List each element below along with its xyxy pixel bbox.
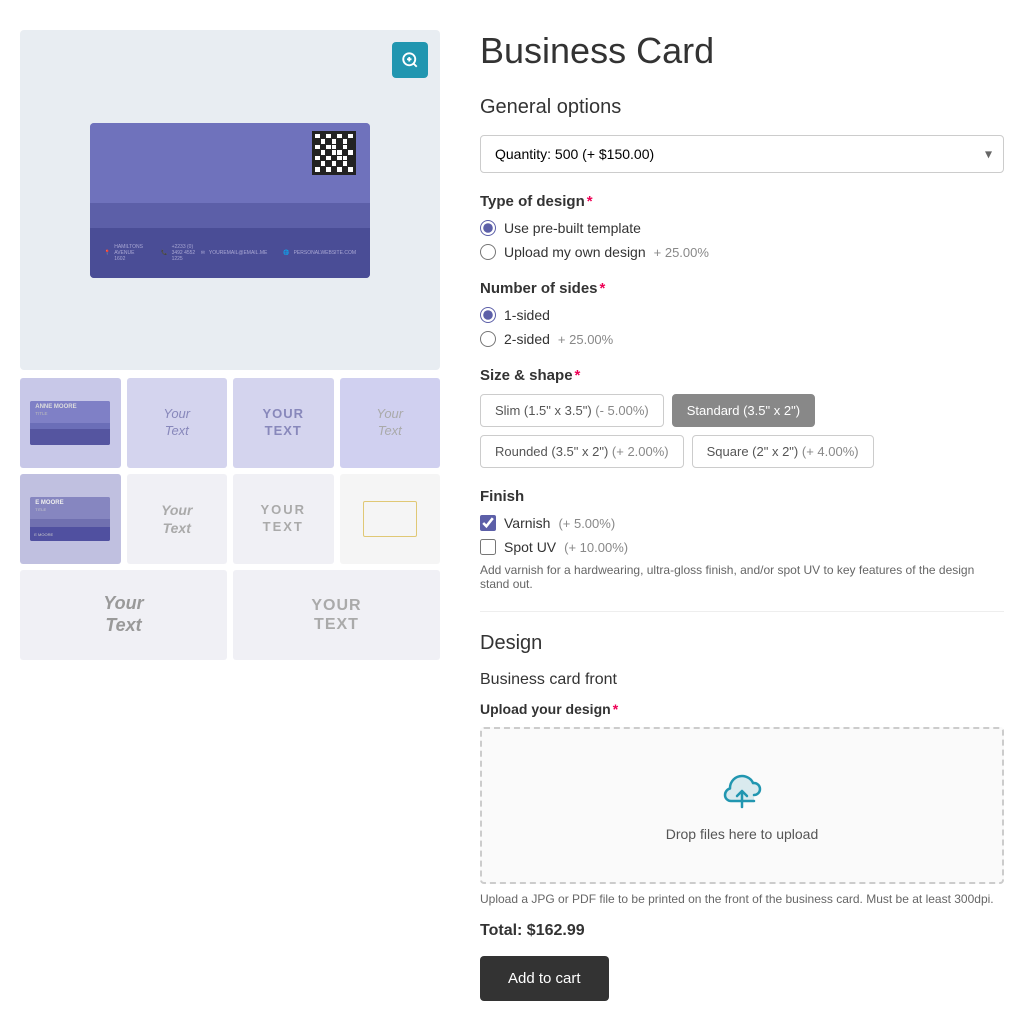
finish-group: Finish Varnish (+ 5.00%) Spot UV (+ 10.0… bbox=[480, 488, 1004, 591]
design-own-price: + 25.00% bbox=[654, 245, 709, 260]
thumbnails-row1: ANNE MOORE TITLE YourText YOURTEXT YourT… bbox=[20, 378, 440, 468]
thumbnails-row3: YourText YOURTEXT bbox=[20, 570, 440, 660]
main-preview: 📍 HAMILTONS AVENUE 1602 📞 +2233 (0) 3492… bbox=[20, 30, 440, 370]
zoom-button[interactable] bbox=[392, 42, 428, 78]
spotUV-checkbox[interactable] bbox=[480, 539, 496, 555]
number-of-sides-group: Number of sides* 1-sided 2-sided + 25.00… bbox=[480, 280, 1004, 347]
varnish-checkbox[interactable] bbox=[480, 515, 496, 531]
total-price: Total: $162.99 bbox=[480, 922, 1004, 940]
upload-cloud-icon bbox=[502, 769, 982, 818]
varnish-price: (+ 5.00%) bbox=[558, 516, 615, 531]
design-section-title: Design bbox=[480, 632, 1004, 655]
general-options-title: General options bbox=[480, 96, 1004, 119]
required-indicator-size: * bbox=[575, 367, 581, 384]
finish-spotUV[interactable]: Spot UV (+ 10.00%) bbox=[480, 539, 1004, 555]
thumb-1[interactable]: ANNE MOORE TITLE bbox=[20, 378, 121, 468]
business-card-front-title: Business card front bbox=[480, 671, 1004, 689]
design-option-prebuilt[interactable]: Use pre-built template bbox=[480, 220, 1004, 236]
product-title: Business Card bbox=[480, 30, 1004, 72]
size-shape-group: Size & shape* Slim (1.5" x 3.5") (- 5.00… bbox=[480, 367, 1004, 468]
right-panel: Business Card General options Quantity: … bbox=[480, 30, 1004, 1001]
thumb-4[interactable]: YourText bbox=[340, 378, 441, 468]
add-to-cart-button[interactable]: Add to cart bbox=[480, 956, 609, 1001]
required-indicator: * bbox=[587, 193, 593, 210]
size-square[interactable]: Square (2" x 2") (+ 4.00%) bbox=[692, 435, 874, 468]
thumb-3[interactable]: YOURTEXT bbox=[233, 378, 334, 468]
spotUV-price: (+ 10.00%) bbox=[564, 540, 628, 555]
upload-drop-area[interactable]: Drop files here to upload bbox=[480, 727, 1004, 884]
design-prebuilt-label: Use pre-built template bbox=[504, 220, 641, 236]
thumb-8[interactable] bbox=[340, 474, 441, 564]
size-standard[interactable]: Standard (3.5" x 2") bbox=[672, 394, 815, 427]
size-buttons-container: Slim (1.5" x 3.5") (- 5.00%) Standard (3… bbox=[480, 394, 1004, 468]
upload-drop-text: Drop files here to upload bbox=[502, 826, 982, 842]
number-of-sides-label: Number of sides* bbox=[480, 280, 1004, 297]
sides-option-2[interactable]: 2-sided + 25.00% bbox=[480, 331, 1004, 347]
size-shape-label: Size & shape* bbox=[480, 367, 1004, 384]
design-own-label: Upload my own design bbox=[504, 244, 646, 260]
divider bbox=[480, 611, 1004, 612]
left-panel: 📍 HAMILTONS AVENUE 1602 📞 +2233 (0) 3492… bbox=[20, 30, 440, 1001]
thumb-9[interactable]: YourText bbox=[20, 570, 227, 660]
thumbnails-row2: E MOORE E MOORE TITLE YourText YOURTEXT bbox=[20, 474, 440, 564]
design-option-own[interactable]: Upload my own design + 25.00% bbox=[480, 244, 1004, 260]
quantity-select-wrapper[interactable]: Quantity: 100 Quantity: 250 Quantity: 50… bbox=[480, 135, 1004, 173]
thumb-7[interactable]: YOURTEXT bbox=[233, 474, 334, 564]
sides-2-price: + 25.00% bbox=[558, 332, 613, 347]
varnish-label: Varnish bbox=[504, 515, 550, 531]
spotUV-label: Spot UV bbox=[504, 539, 556, 555]
thumb-10[interactable]: YOURTEXT bbox=[233, 570, 440, 660]
thumb-5[interactable]: E MOORE E MOORE TITLE bbox=[20, 474, 121, 564]
card-large-preview: 📍 HAMILTONS AVENUE 1602 📞 +2233 (0) 3492… bbox=[90, 123, 370, 278]
thumb-6[interactable]: YourText bbox=[127, 474, 228, 564]
type-of-design-label: Type of design* bbox=[480, 193, 1004, 210]
quantity-select[interactable]: Quantity: 100 Quantity: 250 Quantity: 50… bbox=[480, 135, 1004, 173]
sides-1-label: 1-sided bbox=[504, 307, 550, 323]
sides-option-1[interactable]: 1-sided bbox=[480, 307, 1004, 323]
size-slim[interactable]: Slim (1.5" x 3.5") (- 5.00%) bbox=[480, 394, 664, 427]
upload-design-label: Upload your design* bbox=[480, 701, 1004, 717]
sides-2-label: 2-sided bbox=[504, 331, 550, 347]
finish-varnish[interactable]: Varnish (+ 5.00%) bbox=[480, 515, 1004, 531]
size-rounded[interactable]: Rounded (3.5" x 2") (+ 2.00%) bbox=[480, 435, 684, 468]
required-indicator-upload: * bbox=[613, 701, 618, 717]
finish-label: Finish bbox=[480, 488, 1004, 505]
type-of-design-group: Type of design* Use pre-built template U… bbox=[480, 193, 1004, 260]
sides-radio-1[interactable] bbox=[480, 307, 496, 323]
required-indicator-sides: * bbox=[600, 280, 606, 297]
finish-note: Add varnish for a hardwearing, ultra-glo… bbox=[480, 563, 1004, 591]
sides-radio-2[interactable] bbox=[480, 331, 496, 347]
design-radio-own[interactable] bbox=[480, 244, 496, 260]
upload-file-note: Upload a JPG or PDF file to be printed o… bbox=[480, 892, 1004, 906]
thumb-2[interactable]: YourText bbox=[127, 378, 228, 468]
design-radio-prebuilt[interactable] bbox=[480, 220, 496, 236]
